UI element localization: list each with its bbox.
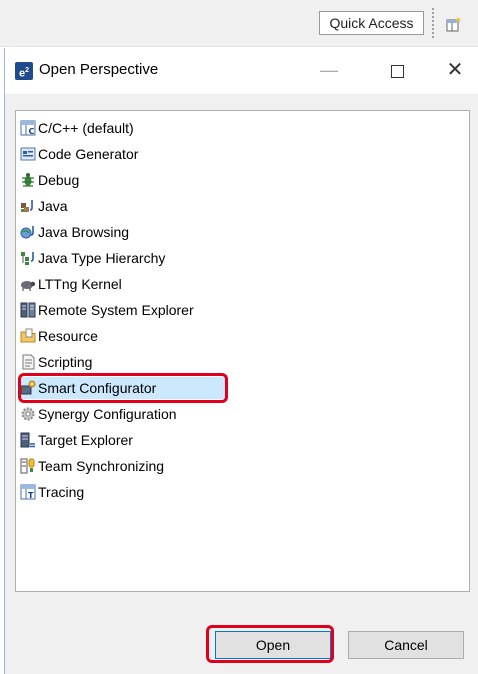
code-generator-icon [20,147,36,161]
list-item-label: Scripting [38,354,93,370]
list-item-debug[interactable]: Debug [20,169,79,191]
list-item-label: Team Synchronizing [38,458,165,474]
list-item-tracing[interactable]: T Tracing [20,481,84,503]
list-item-label: Code Generator [38,146,139,162]
list-item-label: Remote System Explorer [38,302,194,318]
selection-highlight-annotation [18,373,228,403]
list-item-label: LTTng Kernel [38,276,122,292]
list-item-label: Synergy Configuration [38,406,177,422]
list-item-label: C/C++ (default) [38,120,134,136]
list-item-code-generator[interactable]: Code Generator [20,143,138,165]
svg-text:C: C [29,127,35,136]
resource-folder-icon [20,328,36,343]
synergy-configuration-icon [21,407,35,421]
java-type-hierarchy-icon [21,252,34,265]
eclipse-app-icon: e2 [15,62,33,80]
list-item-label: Resource [38,328,98,344]
java-browsing-icon [20,226,34,239]
list-item-remote-system-explorer[interactable]: Remote System Explorer [20,299,194,321]
java-icon [21,200,33,212]
list-item-team-synchronizing[interactable]: Team Synchronizing [20,455,164,477]
open-perspective-dialog: e2 Open Perspective — ✕ C C/C++ (default… [4,48,478,674]
dialog-title: Open Perspective [39,61,159,78]
target-explorer-icon [20,432,35,448]
quick-access-field[interactable]: Quick Access [319,11,424,35]
remote-system-explorer-icon [20,302,36,318]
list-item-label: Java Browsing [38,224,130,240]
cancel-button[interactable]: Cancel [348,631,464,659]
list-item-java-browsing[interactable]: Java Browsing [20,221,129,243]
list-item-java[interactable]: Java [20,195,68,217]
team-synchronizing-icon [20,458,35,474]
eclipse-toolbar: Quick Access [0,0,478,47]
list-item-resource[interactable]: Resource [20,325,98,347]
list-item-label: Java Type Hierarchy [38,250,166,266]
svg-text:T: T [28,491,34,500]
maximize-button[interactable] [383,58,411,82]
list-item-lttng-kernel[interactable]: LTTng Kernel [20,273,122,295]
list-item-synergy-configuration[interactable]: Synergy Configuration [20,403,177,425]
list-item-java-type-hierarchy[interactable]: Java Type Hierarchy [20,247,165,269]
list-item-label: Java [38,198,68,214]
maximize-icon [390,64,404,78]
open-button-highlight-annotation [206,625,334,663]
tracing-icon: T [20,484,36,500]
list-item-cpp[interactable]: C C/C++ (default) [20,117,134,139]
close-button[interactable]: ✕ [441,58,469,82]
list-item-scripting[interactable]: Scripting [20,351,92,373]
perspective-list[interactable]: C C/C++ (default) Code Generator Debug J… [15,110,470,592]
list-item-label: Debug [38,172,80,188]
minimize-button[interactable]: — [315,58,343,82]
list-item-target-explorer[interactable]: Target Explorer [20,429,133,451]
scripting-icon [22,354,35,370]
open-perspective-icon[interactable] [446,16,462,32]
toolbar-separator [432,8,434,38]
debug-bug-icon [22,173,34,187]
list-item-label: Target Explorer [38,432,133,448]
cpp-perspective-icon: C [20,120,36,136]
list-item-label: Tracing [38,484,85,500]
dialog-titlebar: e2 Open Perspective — ✕ [5,48,478,94]
lttng-kernel-icon [21,281,36,291]
